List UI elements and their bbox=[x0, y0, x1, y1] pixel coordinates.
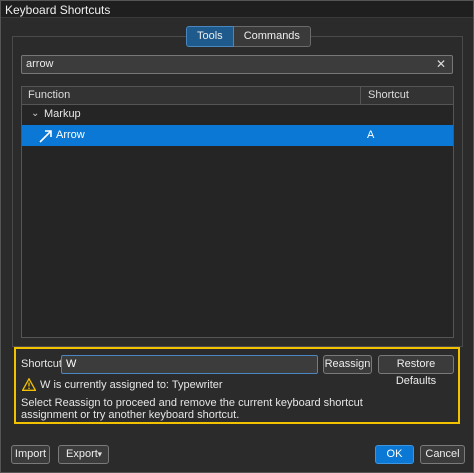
keyboard-shortcuts-dialog: Keyboard Shortcuts Tools Commands arrow … bbox=[0, 0, 474, 473]
export-label: Export bbox=[66, 448, 98, 460]
warning-message: W is currently assigned to: Typewriter bbox=[40, 379, 223, 391]
chevron-down-icon[interactable]: ⌄ bbox=[31, 108, 39, 119]
group-label: Markup bbox=[44, 108, 81, 120]
tab-bar: Tools Commands bbox=[186, 26, 311, 47]
shortcuts-table: Function Shortcut ⌄ Markup Arrow A bbox=[21, 86, 454, 338]
tab-tools[interactable]: Tools bbox=[186, 26, 234, 47]
import-button[interactable]: Import bbox=[11, 445, 50, 464]
ok-button[interactable]: OK bbox=[375, 445, 414, 464]
reassign-panel: Shortcut: W Reassign Restore Defaults W … bbox=[14, 347, 460, 424]
table-header: Function Shortcut bbox=[22, 87, 453, 105]
export-button[interactable]: Export ▾ bbox=[58, 445, 109, 464]
shortcut-input[interactable]: W bbox=[61, 355, 318, 374]
column-header-function[interactable]: Function bbox=[28, 89, 70, 101]
reassign-button[interactable]: Reassign bbox=[323, 355, 372, 374]
search-input[interactable]: arrow ✕ bbox=[21, 55, 453, 74]
column-header-shortcut[interactable]: Shortcut bbox=[368, 89, 409, 101]
warning-icon bbox=[22, 378, 36, 391]
chevron-down-icon: ▾ bbox=[97, 449, 102, 459]
close-icon[interactable]: ✕ bbox=[436, 57, 446, 71]
row-function: Arrow bbox=[56, 129, 85, 141]
title-bar: Keyboard Shortcuts bbox=[1, 1, 473, 18]
restore-defaults-button[interactable]: Restore Defaults bbox=[378, 355, 454, 387]
shortcut-input-value: W bbox=[66, 358, 77, 370]
group-row-markup[interactable]: ⌄ Markup bbox=[22, 106, 453, 124]
window-title: Keyboard Shortcuts bbox=[5, 3, 111, 17]
search-value: arrow bbox=[26, 58, 54, 70]
column-divider[interactable] bbox=[360, 87, 361, 105]
tab-commands[interactable]: Commands bbox=[233, 26, 311, 47]
cancel-button[interactable]: Cancel bbox=[420, 445, 465, 464]
info-message: Select Reassign to proceed and remove th… bbox=[21, 397, 363, 421]
row-shortcut: A bbox=[367, 129, 375, 141]
table-row[interactable]: Arrow A bbox=[22, 125, 453, 146]
shortcut-label: Shortcut: bbox=[21, 358, 66, 370]
arrow-tool-icon bbox=[39, 130, 52, 143]
